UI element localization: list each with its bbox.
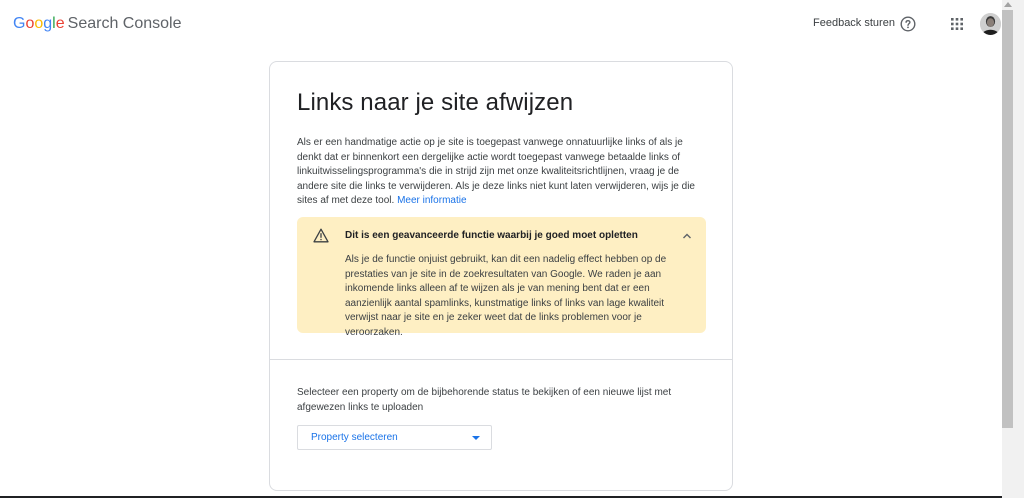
more-info-link[interactable]: Meer informatie [397,195,466,206]
disavow-card: Links naar je site afwijzen Als er een h… [269,61,733,491]
warning-triangle-icon [313,228,329,243]
apps-grid-icon[interactable] [950,17,964,31]
scroll-up-arrow[interactable] [1004,2,1012,7]
property-instruction: Selecteer een property om de bijbehorend… [297,387,672,413]
page-title: Links naar je site afwijzen [297,89,574,116]
warning-title: Dit is een geavanceerde functie waarbij … [345,230,638,241]
description-text: Als er een handmatige actie op je site i… [297,136,707,209]
warning-panel: Dit is een geavanceerde functie waarbij … [297,217,706,338]
description-body: Als er een handmatige actie op je site i… [297,137,695,206]
property-select-label: Property selecteren [311,432,398,443]
section-divider [270,359,732,360]
warning-body: Als je de functie onjuist gebruikt, kan … [345,254,667,338]
search-console-logo[interactable]: Google Search Console [13,14,181,34]
avatar-photo [980,13,1001,35]
logo-letter: e [55,15,65,32]
help-icon[interactable] [900,16,916,32]
chevron-up-icon[interactable] [682,231,692,241]
logo-letter: G [13,15,26,32]
logo-letter: o [34,15,44,32]
feedback-button[interactable]: Feedback sturen [813,17,895,29]
product-name: Search Console [67,15,182,32]
property-select[interactable]: Property selecteren [297,425,492,450]
caret-down-icon [472,436,480,440]
user-avatar[interactable] [980,13,1001,35]
scrollbar-thumb[interactable] [1002,10,1013,428]
top-app-bar: Google Search Console Feedback sturen [0,0,1002,48]
logo-letter: g [43,15,53,32]
